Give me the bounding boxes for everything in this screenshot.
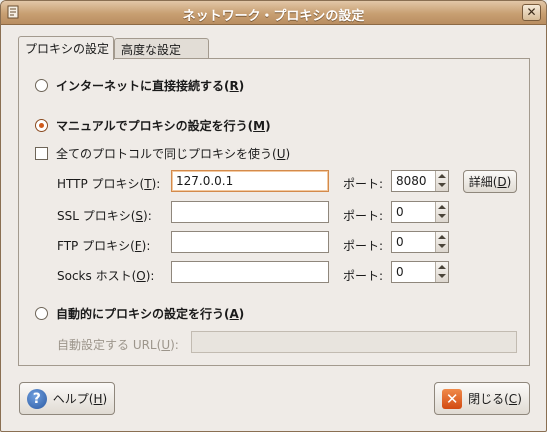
direct-connection-radio[interactable]	[35, 79, 48, 92]
help-icon: ?	[26, 388, 47, 409]
help-button[interactable]: ? ヘルプ(H)	[19, 382, 115, 415]
socks-port-spinner[interactable]: 0	[391, 261, 449, 283]
ftp-proxy-label: FTP プロキシ(F):	[57, 239, 151, 253]
ssl-port-spin-buttons[interactable]	[435, 202, 448, 222]
window-close-button[interactable]: ✕	[522, 4, 541, 21]
socks-host-label: Socks ホスト(O):	[57, 269, 155, 283]
spin-up-icon[interactable]	[438, 265, 446, 269]
socks-port-label: ポート:	[343, 269, 384, 283]
socks-port-value: 0	[396, 265, 404, 279]
ftp-port-value: 0	[396, 235, 404, 249]
proxy-settings-window: ネットワーク・プロキシの設定 ✕ プロキシの設定 高度な設定 インターネットに直…	[0, 0, 547, 432]
http-port-label: ポート:	[343, 177, 384, 191]
spin-down-icon[interactable]	[438, 183, 446, 187]
http-port-spinner[interactable]: 8080	[391, 170, 449, 192]
details-button[interactable]: 詳細(D)	[463, 170, 517, 193]
http-port-spin-buttons[interactable]	[435, 171, 448, 191]
ssl-proxy-label: SSL プロキシ(S):	[57, 209, 152, 223]
ssl-proxy-input[interactable]	[171, 201, 329, 223]
ssl-port-label: ポート:	[343, 209, 384, 223]
spin-up-icon[interactable]	[438, 205, 446, 209]
close-x-icon: ✕	[526, 5, 537, 19]
close-icon: ✕	[442, 388, 463, 409]
socks-port-spin-buttons[interactable]	[435, 262, 448, 282]
same-proxy-option[interactable]: 全てのプロトコルで同じプロキシを使う(U)	[35, 145, 290, 162]
spin-down-icon[interactable]	[438, 274, 446, 278]
spin-up-icon[interactable]	[438, 235, 446, 239]
spin-down-icon[interactable]	[438, 244, 446, 248]
close-button-label: 閉じる(C)	[468, 392, 522, 406]
auto-proxy-label: 自動的にプロキシの設定を行う(A)	[56, 307, 245, 321]
ftp-port-spinner[interactable]: 0	[391, 231, 449, 253]
http-port-value: 8080	[396, 174, 427, 188]
ftp-port-spin-buttons[interactable]	[435, 232, 448, 252]
details-button-label: 詳細(D)	[468, 175, 512, 189]
ssl-port-value: 0	[396, 205, 404, 219]
ftp-port-label: ポート:	[343, 239, 384, 253]
window-title: ネットワーク・プロキシの設定	[182, 9, 365, 24]
tab-advanced-settings[interactable]: 高度な設定	[114, 38, 209, 59]
http-proxy-label: HTTP プロキシ(T):	[57, 177, 161, 191]
auto-config-url-input	[191, 331, 517, 353]
tab-proxy-settings[interactable]: プロキシの設定	[18, 36, 114, 60]
spin-up-icon[interactable]	[438, 174, 446, 178]
direct-connection-label: インターネットに直接接続する(R)	[56, 79, 245, 93]
ftp-proxy-input[interactable]	[171, 231, 329, 253]
tab-panel: インターネットに直接接続する(R) マニュアルでプロキシの設定を行う(M) 全て…	[18, 58, 530, 366]
auto-config-url-label: 自動設定する URL(U):	[57, 338, 179, 352]
manual-proxy-radio[interactable]	[35, 119, 48, 132]
auto-proxy-radio[interactable]	[35, 307, 48, 320]
direct-connection-option[interactable]: インターネットに直接接続する(R)	[35, 77, 244, 94]
title-bar: ネットワーク・プロキシの設定 ✕	[1, 1, 546, 25]
spin-down-icon[interactable]	[438, 214, 446, 218]
same-proxy-label: 全てのプロトコルで同じプロキシを使う(U)	[56, 147, 291, 161]
same-proxy-checkbox[interactable]	[35, 147, 48, 160]
manual-proxy-option[interactable]: マニュアルでプロキシの設定を行う(M)	[35, 117, 271, 134]
close-button[interactable]: ✕ 閉じる(C)	[434, 382, 530, 415]
ssl-port-spinner[interactable]: 0	[391, 201, 449, 223]
http-proxy-input[interactable]: 127.0.0.1	[171, 170, 329, 192]
help-button-label: ヘルプ(H)	[52, 392, 108, 406]
socks-host-input[interactable]	[171, 261, 329, 283]
auto-proxy-option[interactable]: 自動的にプロキシの設定を行う(A)	[35, 305, 244, 322]
manual-proxy-label: マニュアルでプロキシの設定を行う(M)	[56, 119, 271, 133]
